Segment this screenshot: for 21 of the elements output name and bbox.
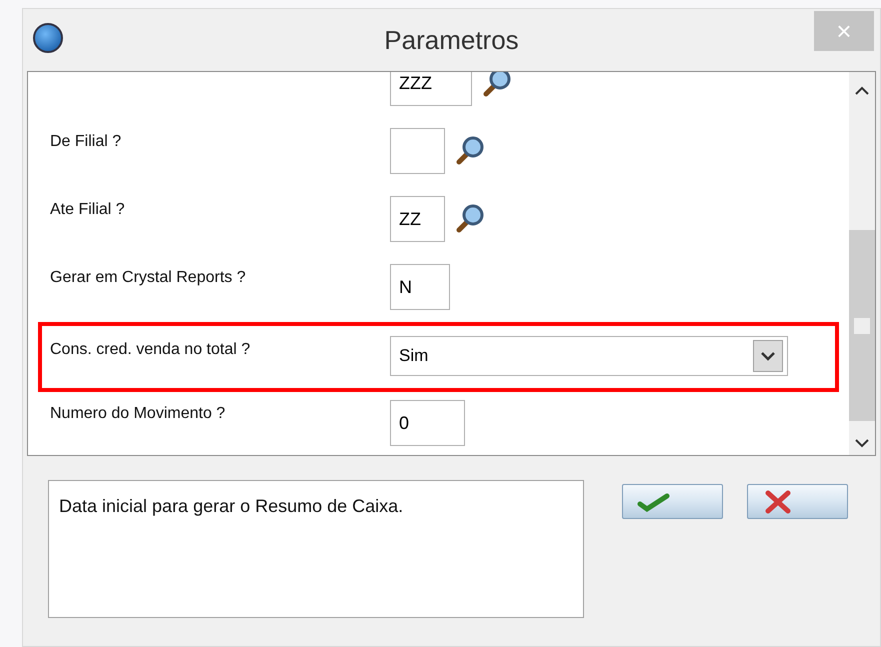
- input-field[interactable]: ZZ: [390, 196, 445, 242]
- input-field[interactable]: [390, 128, 445, 174]
- input-field[interactable]: ZZZ: [390, 72, 472, 106]
- parameter-label: Numero do Movimento ?: [50, 405, 226, 422]
- scroll-thumb[interactable]: [849, 230, 875, 421]
- description-text: Data inicial para gerar o Resumo de Caixa.: [59, 496, 404, 516]
- parameter-label: De Filial ?: [50, 133, 122, 150]
- parameter-label: Cons. cred. venda no total ?: [50, 341, 250, 358]
- input-field[interactable]: N: [390, 264, 450, 310]
- dropdown-field[interactable]: Sim: [390, 336, 788, 376]
- scrollbar[interactable]: [849, 72, 875, 455]
- parameter-label: Ate Filial ?: [50, 201, 125, 218]
- cross-icon: [764, 490, 792, 514]
- input-field[interactable]: 0: [390, 400, 465, 446]
- app-logo-icon: [33, 23, 63, 53]
- window-title: Parametros: [384, 24, 519, 56]
- cancel-button[interactable]: [747, 484, 848, 519]
- chevron-icon[interactable]: [753, 340, 783, 372]
- confirm-button[interactable]: [622, 484, 723, 519]
- checkmark-icon: [637, 492, 671, 512]
- parameter-label: Gerar em Crystal Reports ?: [50, 269, 246, 286]
